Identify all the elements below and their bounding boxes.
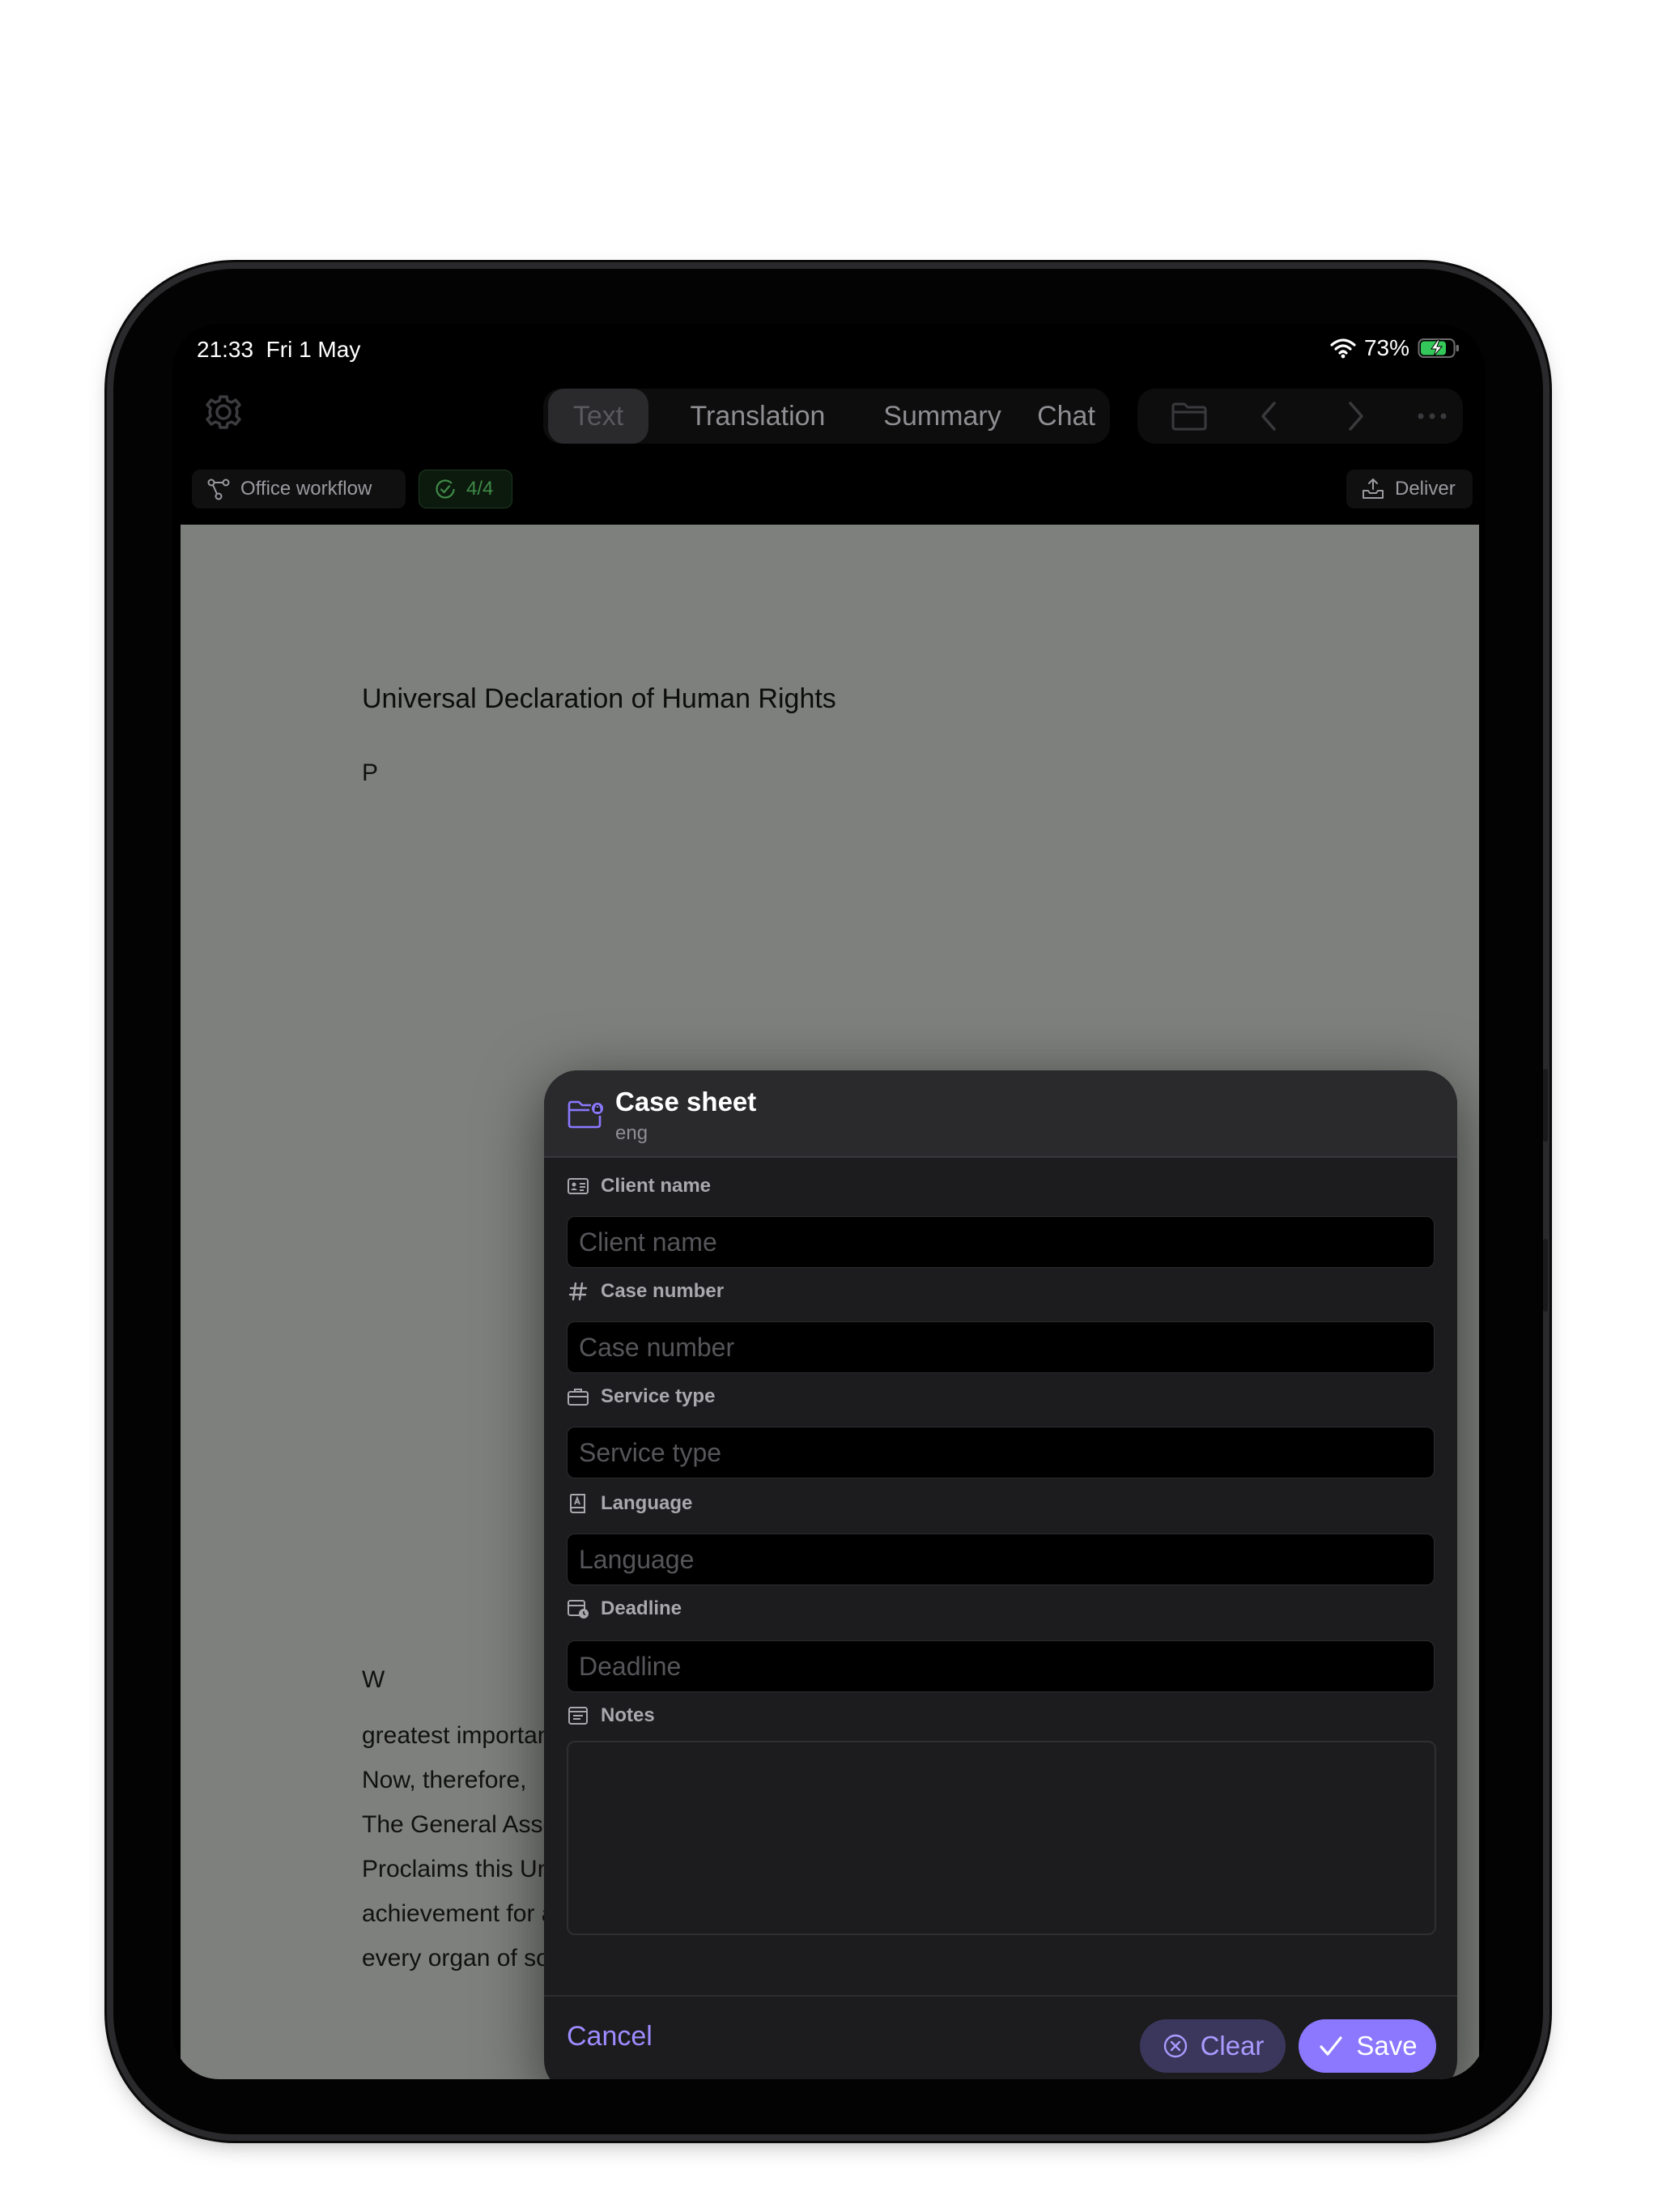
volume-button bbox=[1543, 1069, 1548, 1142]
client-name-label-text: Client name bbox=[601, 1175, 712, 1197]
deliver-button[interactable]: Deliver bbox=[1346, 470, 1473, 508]
service-type-label-text: Service type bbox=[601, 1385, 716, 1407]
notes-label: Notes bbox=[567, 1704, 655, 1728]
dialog-header: Case sheet eng bbox=[544, 1070, 1457, 1158]
client-name-input[interactable] bbox=[567, 1216, 1435, 1268]
tab-summary[interactable]: Summary bbox=[865, 389, 1019, 444]
clear-button[interactable]: Clear bbox=[1140, 2019, 1286, 2073]
language-label-text: Language bbox=[601, 1492, 693, 1514]
deadline-label: Deadline bbox=[567, 1597, 682, 1621]
status-date: Fri 1 May bbox=[266, 337, 361, 362]
check-circle-icon bbox=[436, 479, 455, 499]
dialog-footer: Cancel Clear Save bbox=[544, 1995, 1457, 2079]
hashtag-icon bbox=[568, 1282, 588, 1301]
screen: 21:33 Fri 1 May 73% Text Translation Sum… bbox=[172, 324, 1486, 2079]
tab-chat[interactable]: Chat bbox=[1027, 389, 1105, 444]
progress-count: 4/4 bbox=[466, 478, 494, 500]
ellipsis-icon[interactable] bbox=[1413, 397, 1452, 436]
chevron-right-icon[interactable] bbox=[1335, 397, 1374, 436]
status-time: 21:33 bbox=[197, 337, 254, 362]
tab-text[interactable]: Text bbox=[548, 389, 648, 444]
case-sheet-dialog: Case sheet eng Client name Case number bbox=[544, 1070, 1457, 2079]
language-label: Language bbox=[567, 1491, 692, 1516]
service-type-label: Service type bbox=[567, 1385, 715, 1409]
deadline-label-text: Deadline bbox=[601, 1597, 682, 1619]
workflow-icon bbox=[207, 479, 230, 500]
folder-icon[interactable] bbox=[1168, 397, 1210, 436]
document-text-fragment: P bbox=[362, 759, 379, 786]
volume-button bbox=[1543, 1239, 1548, 1312]
x-circle-icon bbox=[1163, 2034, 1187, 2058]
wifi-icon bbox=[1330, 338, 1356, 359]
clear-label: Clear bbox=[1200, 2031, 1265, 2061]
dialog-subtitle: eng bbox=[615, 1122, 648, 1144]
workflow-bar: Office workflow 4/4 Deliver bbox=[172, 452, 1486, 525]
service-type-input[interactable] bbox=[567, 1427, 1435, 1478]
language-input[interactable] bbox=[567, 1534, 1435, 1585]
deadline-input[interactable] bbox=[567, 1640, 1435, 1692]
tab-translation[interactable]: Translation bbox=[665, 389, 851, 444]
checkmark-icon bbox=[1320, 2036, 1342, 2056]
case-number-label: Case number bbox=[567, 1279, 724, 1304]
dictionary-icon bbox=[570, 1494, 585, 1513]
office-workflow-label: Office workflow bbox=[240, 478, 372, 500]
case-number-label-text: Case number bbox=[601, 1280, 725, 1302]
status-right: 73% bbox=[1330, 335, 1461, 361]
id-card-icon bbox=[568, 1178, 589, 1194]
document-title: Universal Declaration of Human Rights bbox=[362, 683, 836, 714]
case-number-input[interactable] bbox=[567, 1321, 1435, 1373]
battery-charging-icon bbox=[1418, 338, 1459, 358]
office-workflow-button[interactable]: Office workflow bbox=[192, 470, 406, 508]
navigation-controls bbox=[1137, 389, 1463, 444]
tray-upload-icon bbox=[1363, 479, 1384, 499]
chevron-left-icon[interactable] bbox=[1251, 397, 1290, 436]
dialog-title: Case sheet bbox=[615, 1087, 757, 1117]
top-toolbar: Text Translation Summary Chat bbox=[172, 374, 1486, 452]
client-name-label: Client name bbox=[567, 1174, 711, 1198]
cancel-button[interactable]: Cancel bbox=[567, 2021, 653, 2052]
view-tabs: Text Translation Summary Chat bbox=[543, 389, 1110, 444]
note-icon bbox=[568, 1707, 588, 1725]
progress-badge[interactable]: 4/4 bbox=[419, 470, 512, 508]
status-bar: 21:33 Fri 1 May 73% bbox=[172, 324, 1486, 374]
notes-label-text: Notes bbox=[601, 1704, 655, 1726]
status-time-date: 21:33 Fri 1 May bbox=[197, 337, 360, 363]
calendar-clock-icon bbox=[568, 1600, 589, 1619]
gear-icon[interactable] bbox=[202, 390, 245, 434]
document-text-fragment: W bbox=[362, 1666, 385, 1693]
battery-percent: 73% bbox=[1363, 335, 1409, 360]
save-label: Save bbox=[1356, 2031, 1418, 2061]
briefcase-icon bbox=[568, 1389, 589, 1406]
folder-badge-icon bbox=[568, 1100, 603, 1129]
save-button[interactable]: Save bbox=[1299, 2019, 1436, 2073]
deliver-label: Deliver bbox=[1395, 478, 1456, 500]
notes-textarea[interactable] bbox=[567, 1741, 1436, 1935]
